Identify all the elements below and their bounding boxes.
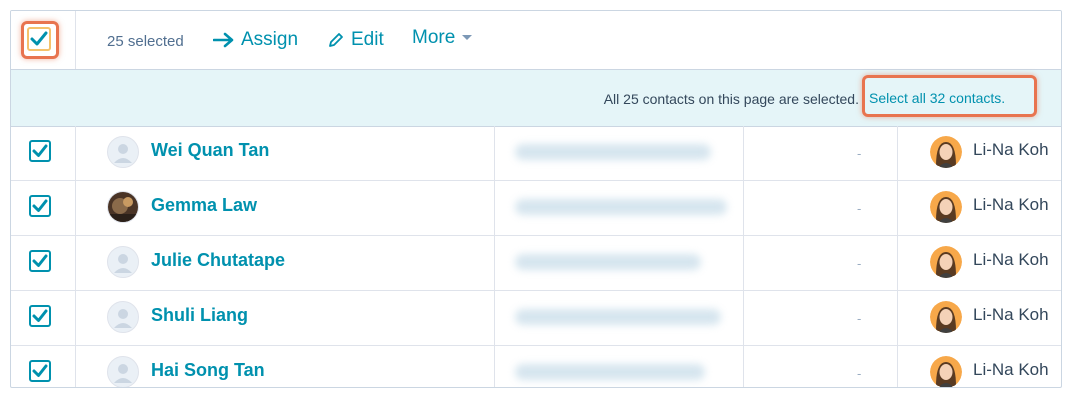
- owner-avatar: [930, 136, 962, 168]
- pencil-icon: [329, 33, 343, 47]
- row-checkbox[interactable]: [29, 250, 51, 272]
- select-all-highlight: [21, 21, 59, 59]
- column-divider: [743, 181, 744, 235]
- checkmark-icon: [32, 144, 48, 157]
- owner-photo-icon: [930, 136, 962, 168]
- default-avatar-icon: [114, 309, 132, 328]
- column-divider: [75, 291, 76, 345]
- blurred-email: [515, 199, 727, 215]
- contact-name-link[interactable]: Gemma Law: [151, 195, 257, 216]
- assign-label: Assign: [241, 29, 299, 50]
- table-row[interactable]: Shuli Liang - Li-Na Koh: [11, 291, 1061, 346]
- photo-avatar-icon: [108, 192, 138, 222]
- contact-name-link[interactable]: Julie Chutatape: [151, 250, 285, 271]
- column-divider: [897, 346, 898, 387]
- blurred-email: [515, 254, 701, 270]
- blurred-email: [515, 364, 705, 380]
- contacts-table: 25 selected Assign Edit More All 25 cont…: [10, 10, 1062, 388]
- owner-photo-icon: [930, 301, 962, 333]
- assign-button[interactable]: Assign: [213, 29, 298, 51]
- contact-name-link[interactable]: Hai Song Tan: [151, 360, 265, 381]
- owner-photo-icon: [930, 191, 962, 223]
- owner-avatar: [930, 246, 962, 278]
- contact-avatar: [107, 191, 139, 223]
- column-divider: [743, 346, 744, 387]
- select-all-link-highlight: [862, 75, 1037, 117]
- default-avatar-icon: [114, 254, 132, 273]
- contact-name-link[interactable]: Wei Quan Tan: [151, 140, 269, 161]
- contact-avatar: [107, 136, 139, 168]
- column-divider: [75, 126, 76, 180]
- column-divider: [75, 236, 76, 290]
- row-checkbox[interactable]: [29, 140, 51, 162]
- blurred-email: [515, 144, 711, 160]
- column-divider: [743, 126, 744, 180]
- arrow-right-icon: [213, 32, 234, 48]
- owner-name: Li-Na Koh: [973, 305, 1049, 324]
- owner-avatar: [930, 356, 962, 387]
- column-divider: [494, 181, 495, 235]
- bulk-actions-toolbar: 25 selected Assign Edit More: [11, 11, 1061, 69]
- table-row[interactable]: Gemma Law - Li-Na Koh: [11, 181, 1061, 236]
- contact-avatar: [107, 301, 139, 333]
- table-row[interactable]: Julie Chutatape - Li-Na Koh: [11, 236, 1061, 291]
- owner-avatar: [930, 301, 962, 333]
- checkmark-icon: [32, 309, 48, 322]
- default-avatar-icon: [114, 144, 132, 163]
- column-divider: [897, 181, 898, 235]
- owner-name: Li-Na Koh: [973, 140, 1049, 159]
- checkmark-icon: [32, 199, 48, 212]
- column-divider: [494, 236, 495, 290]
- phone-value: -: [857, 311, 862, 326]
- owner-name: Li-Na Koh: [973, 250, 1049, 269]
- owner-name: Li-Na Koh: [973, 360, 1049, 379]
- column-divider: [743, 236, 744, 290]
- column-divider: [494, 291, 495, 345]
- owner-name: Li-Na Koh: [973, 195, 1049, 214]
- toolbar-divider: [75, 11, 76, 69]
- selection-banner-text: All 25 contacts on this page are selecte…: [603, 91, 859, 107]
- blurred-email: [515, 309, 721, 325]
- contact-avatar: [107, 246, 139, 278]
- phone-value: -: [857, 201, 862, 216]
- table-row[interactable]: Hai Song Tan - Li-Na Koh: [11, 346, 1061, 387]
- column-divider: [743, 291, 744, 345]
- row-checkbox[interactable]: [29, 360, 51, 382]
- more-label: More: [412, 27, 456, 48]
- column-divider: [897, 291, 898, 345]
- contact-name-link[interactable]: Shuli Liang: [151, 305, 248, 326]
- selection-banner: All 25 contacts on this page are selecte…: [11, 69, 1061, 127]
- phone-value: -: [857, 146, 862, 161]
- phone-value: -: [857, 256, 862, 271]
- caret-down-icon: [462, 35, 473, 40]
- checkmark-icon: [32, 364, 48, 377]
- more-dropdown[interactable]: More: [412, 27, 473, 49]
- row-checkbox[interactable]: [29, 305, 51, 327]
- owner-photo-icon: [930, 246, 962, 278]
- owner-photo-icon: [930, 356, 962, 387]
- table-row[interactable]: Wei Quan Tan - Li-Na Koh: [11, 126, 1061, 181]
- column-divider: [75, 181, 76, 235]
- default-avatar-icon: [114, 364, 132, 383]
- contact-avatar: [107, 356, 139, 387]
- owner-avatar: [930, 191, 962, 223]
- column-divider: [494, 126, 495, 180]
- column-divider: [897, 236, 898, 290]
- row-checkbox[interactable]: [29, 195, 51, 217]
- phone-value: -: [857, 366, 862, 381]
- checkmark-icon: [32, 254, 48, 267]
- column-divider: [75, 346, 76, 387]
- edit-label: Edit: [351, 29, 384, 50]
- selected-count: 25 selected: [107, 33, 184, 50]
- column-divider: [897, 126, 898, 180]
- edit-button[interactable]: Edit: [327, 29, 384, 51]
- column-divider: [494, 346, 495, 387]
